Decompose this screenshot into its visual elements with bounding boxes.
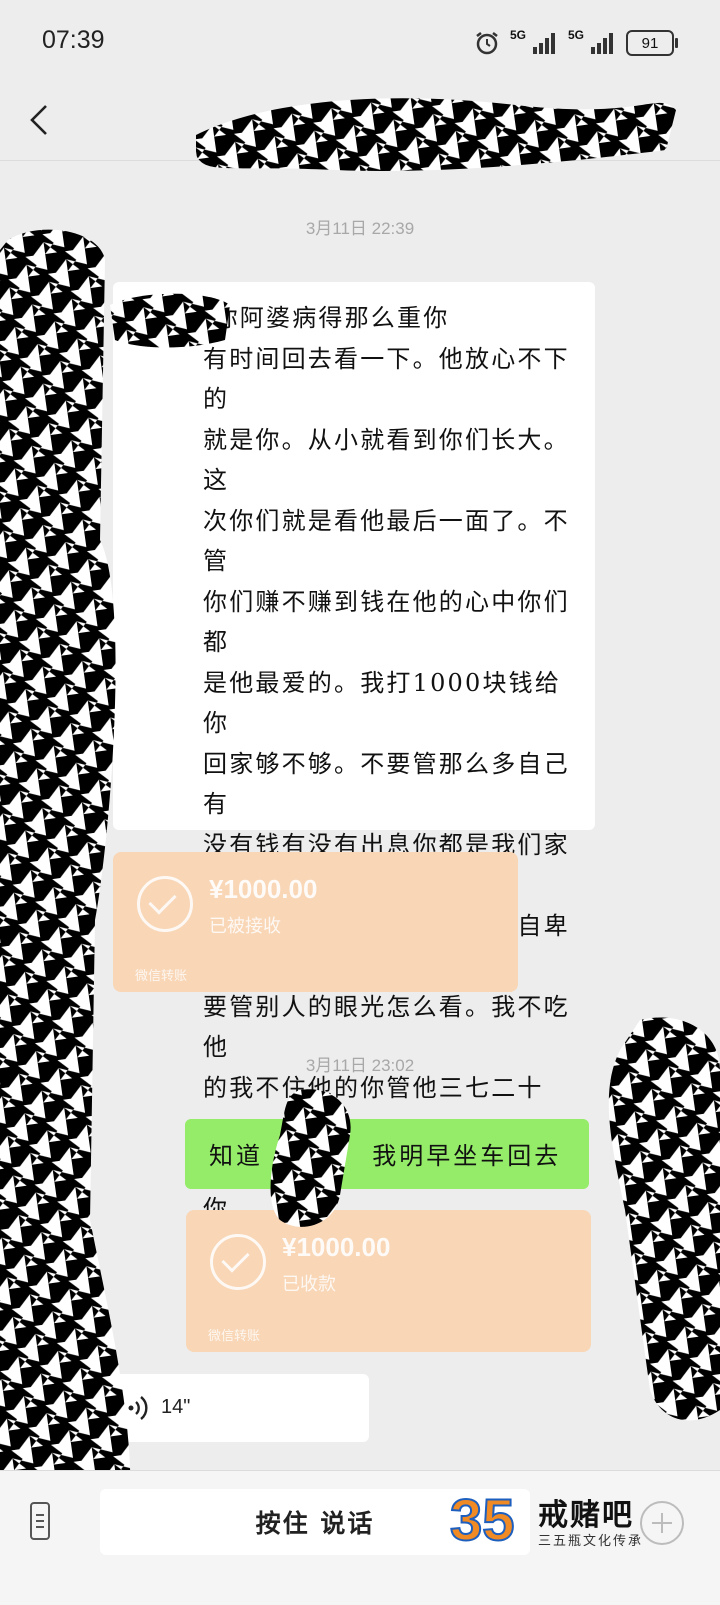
check-circle-icon [137,876,193,932]
watermark-slogan: 三五瓶文化传承 [538,1534,644,1549]
battery-level: 91 [641,34,659,52]
voice-message-bubble[interactable]: 14" [113,1374,369,1442]
outgoing-message-bubble[interactable]: 知道 我明早坐车回去 [185,1119,589,1189]
alarm-icon [476,32,498,55]
back-button[interactable] [22,98,62,142]
outgoing-message-text: 我明早坐车回去 [372,1142,562,1170]
transfer-footer: 微信转账 [135,969,188,984]
outgoing-message-text: 知道 [209,1142,263,1170]
signal-icon [591,33,613,54]
network-label-1: 5G [509,28,526,42]
battery-icon: 91 [626,30,678,56]
status-time: 07:39 [42,26,105,54]
voice-duration: 14" [161,1396,191,1418]
watermark-logo-text: 35 [450,1488,515,1552]
watermark-logo: 35 戒赌吧 三五瓶文化传承 [448,1484,658,1554]
network-label-2: 5G [567,28,584,42]
incoming-message-bubble[interactable]: 觉未。你阿婆病得那么重你 有时间回去看一下。他放心不下的 就是你。从小就看到你们… [113,282,595,1264]
transfer-card-collected[interactable]: ¥1000.00 已收款 微信转账 [186,1210,591,1352]
status-icons: 5G 5G 91 [474,28,678,58]
message-timestamp: 3月11日 23:02 [305,1056,415,1075]
transfer-footer: 微信转账 [208,1329,261,1344]
signal-icon [532,33,555,54]
voice-wave-icon [128,1396,148,1420]
transfer-amount: ¥1000.00 [209,874,318,904]
transfer-status: 已收款 [282,1274,336,1295]
transfer-status: 已被接收 [209,916,281,937]
status-bar: 07:39 5G 5G 91 [0,0,720,80]
transfer-amount: ¥1000.00 [282,1232,391,1262]
message-timestamp: 3月11日 22:39 [305,219,415,238]
voice-keyboard-toggle-icon[interactable] [28,1501,54,1541]
chevron-left-icon [30,105,47,135]
watermark-35-logo: 35 [449,1487,516,1552]
chat-header [0,80,720,161]
check-circle-icon [210,1234,266,1290]
transfer-card-received[interactable]: ¥1000.00 已被接收 微信转账 [113,852,518,992]
watermark-name: 戒赌吧 [538,1498,634,1533]
